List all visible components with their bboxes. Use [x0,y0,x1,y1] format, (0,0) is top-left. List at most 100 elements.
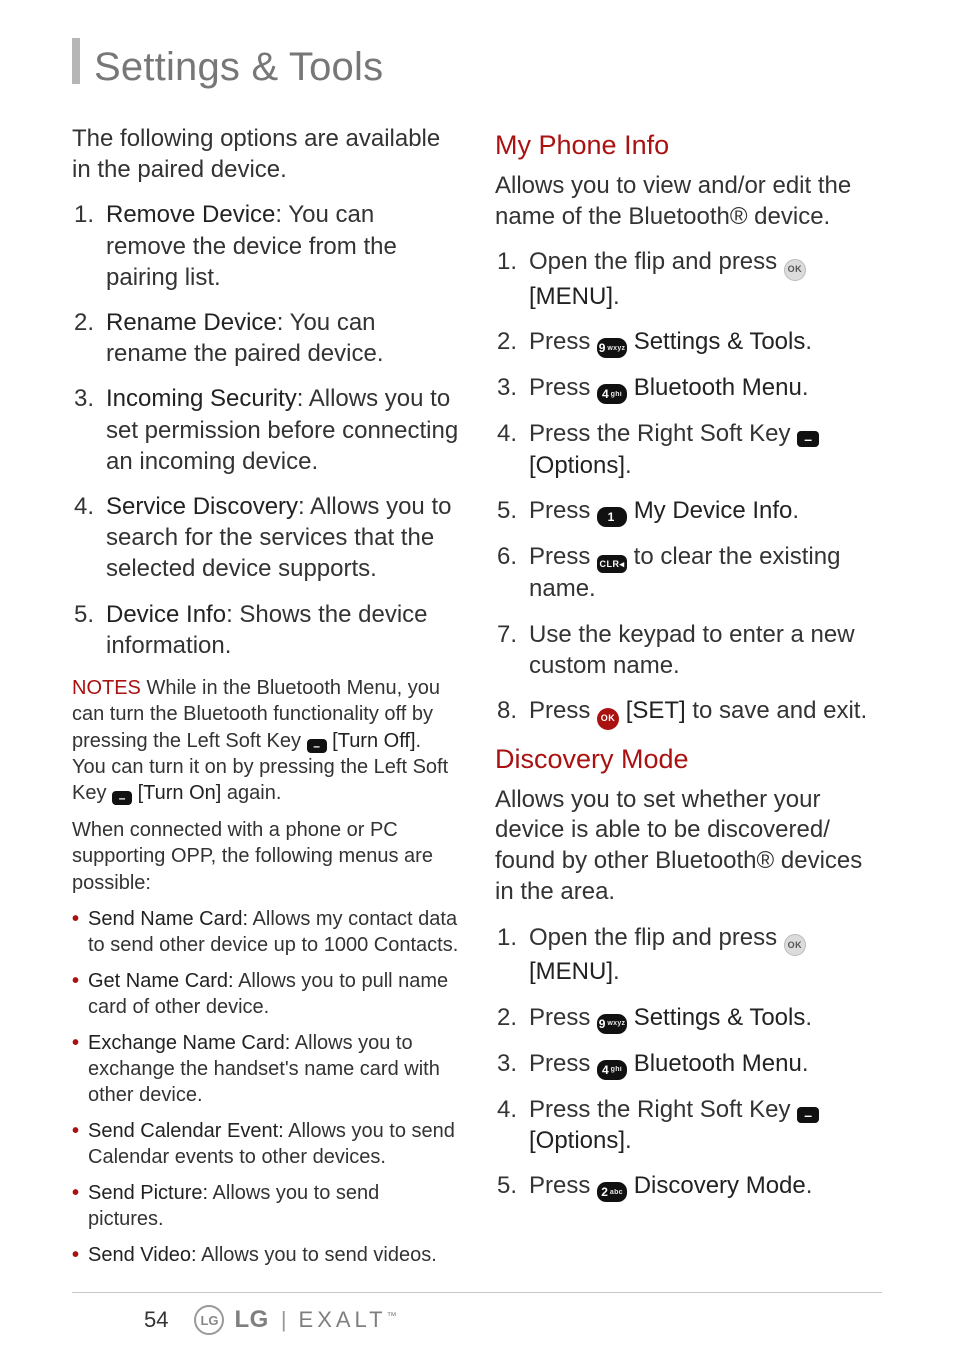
discovery-mode-steps: 1. Open the flip and press OK [MENU]. 2.… [495,922,882,1202]
list-item: 1. Open the flip and press OK [MENU]. [495,246,882,312]
item-number: 4. [497,418,517,449]
clr-key-icon: CLR◂ [597,555,627,573]
bullet-name: Send Video: [88,1244,197,1266]
intro-text: The following options are available in t… [72,124,459,185]
item-number: 5. [74,599,94,630]
step-text: Press [529,697,597,724]
settings-tools-label: Settings & Tools [634,328,806,355]
option-name: Service Discovery [106,493,298,520]
item-number: 2. [497,1002,517,1033]
list-item: Get Name Card: Allows you to pull name c… [72,968,459,1020]
left-soft-key-icon: – [307,739,327,753]
list-item: 7. Use the keypad to enter a new custom … [495,619,882,681]
list-item: 3. Incoming Security: Allows you to set … [72,383,459,477]
menu-label: [MENU] [529,283,613,310]
step-text: . [625,452,632,479]
step-text: . [802,1050,809,1077]
item-number: 4. [74,491,94,522]
footer: 54 LG LG | EXALT™ [72,1305,882,1335]
list-item: Send Picture: Allows you to send picture… [72,1180,459,1232]
list-item: 3. Press 4ghi Bluetooth Menu. [495,1048,882,1080]
page-title: Settings & Tools [94,45,383,90]
item-number: 6. [497,541,517,572]
notes-text: again. [221,782,281,804]
list-item: 2. Press 9wxyz Settings & Tools. [495,326,882,358]
list-item: 5. Device Info: Shows the device informa… [72,599,459,661]
item-number: 2. [74,307,94,338]
key-9-icon: 9wxyz [597,338,627,358]
item-number: 7. [497,619,517,650]
step-text: . [805,328,812,355]
ok-key-icon: OK [597,708,619,730]
notes-block: NOTES While in the Bluetooth Menu, you c… [72,675,459,1268]
step-text: . [805,1004,812,1031]
item-number: 1. [497,922,517,953]
title-row: Settings & Tools [72,38,882,90]
list-item: 4. Press the Right Soft Key – [Options]. [495,418,882,480]
item-number: 8. [497,695,517,726]
list-item: 4. Press the Right Soft Key – [Options]. [495,1094,882,1156]
list-item: 5. Press 1 My Device Info. [495,495,882,527]
step-text: . [792,497,799,524]
discovery-mode-heading: Discovery Mode [495,744,882,775]
right-column: My Phone Info Allows you to view and/or … [495,124,882,1278]
options-label: [Options] [529,452,625,479]
my-phone-info-intro: Allows you to view and/or edit the name … [495,171,882,232]
bluetooth-menu-label: Bluetooth Menu [634,374,802,401]
footer-divider-bar: | [281,1307,287,1333]
list-item: 2. Rename Device: You can rename the pai… [72,307,459,369]
turn-off-label: [Turn Off] [332,730,415,752]
option-name: Remove Device [106,201,275,228]
left-soft-key-icon: – [112,791,132,805]
exalt-brand-text: EXALT™ [299,1307,397,1333]
step-text: . [802,374,809,401]
bullet-name: Exchange Name Card: [88,1032,290,1054]
list-item: 1. Open the flip and press OK [MENU]. [495,922,882,988]
options-label: [Options] [529,1127,625,1154]
list-item: Send Calendar Event: Allows you to send … [72,1118,459,1170]
key-9-icon: 9wxyz [597,1014,627,1034]
step-text: Open the flip and press [529,248,784,275]
notes-paragraph: When connected with a phone or PC suppor… [72,817,459,896]
paired-device-options: 1. Remove Device: You can remove the dev… [72,199,459,660]
option-name: Incoming Security [106,385,297,412]
step-text: . [613,958,620,985]
list-item: Exchange Name Card: Allows you to exchan… [72,1030,459,1108]
list-item: 1. Remove Device: You can remove the dev… [72,199,459,293]
bullet-desc: Allows you to send videos. [197,1244,437,1266]
step-text: Open the flip and press [529,924,784,951]
step-text: Press [529,1004,597,1031]
option-name: Device Info [106,601,226,628]
lg-brand-text: LG [234,1306,268,1334]
menu-label: [MENU] [529,958,613,985]
left-column: The following options are available in t… [72,124,459,1278]
step-text: Press the Right Soft Key [529,420,797,447]
list-item: Send Video: Allows you to send videos. [72,1242,459,1268]
lg-logo-icon: LG [194,1305,224,1335]
key-4-icon: 4ghi [597,1060,627,1080]
my-phone-info-steps: 1. Open the flip and press OK [MENU]. 2.… [495,246,882,729]
list-item: 5. Press 2abc Discovery Mode. [495,1170,882,1202]
right-soft-key-icon: – [797,431,819,447]
ok-key-icon: OK [784,259,806,281]
step-text: Use the keypad to enter a new custom nam… [529,621,855,679]
bluetooth-menu-label: Bluetooth Menu [634,1050,802,1077]
set-label: [SET] [626,697,686,724]
list-item: 3. Press 4ghi Bluetooth Menu. [495,372,882,404]
bullet-name: Send Picture: [88,1182,208,1204]
item-number: 5. [497,495,517,526]
step-text: . [625,1127,632,1154]
key-2-icon: 2abc [597,1182,627,1202]
title-accent-bar [72,38,80,84]
step-text: Press [529,374,597,401]
discovery-mode-intro: Allows you to set whether your device is… [495,785,882,908]
item-number: 1. [497,246,517,277]
item-number: 2. [497,326,517,357]
step-text: Press [529,1172,597,1199]
right-soft-key-icon: – [797,1107,819,1123]
bullet-name: Send Calendar Event: [88,1120,284,1142]
footer-divider [72,1292,882,1293]
opp-menu-bullets: Send Name Card: Allows my contact data t… [72,906,459,1268]
my-phone-info-heading: My Phone Info [495,130,882,161]
item-number: 3. [74,383,94,414]
